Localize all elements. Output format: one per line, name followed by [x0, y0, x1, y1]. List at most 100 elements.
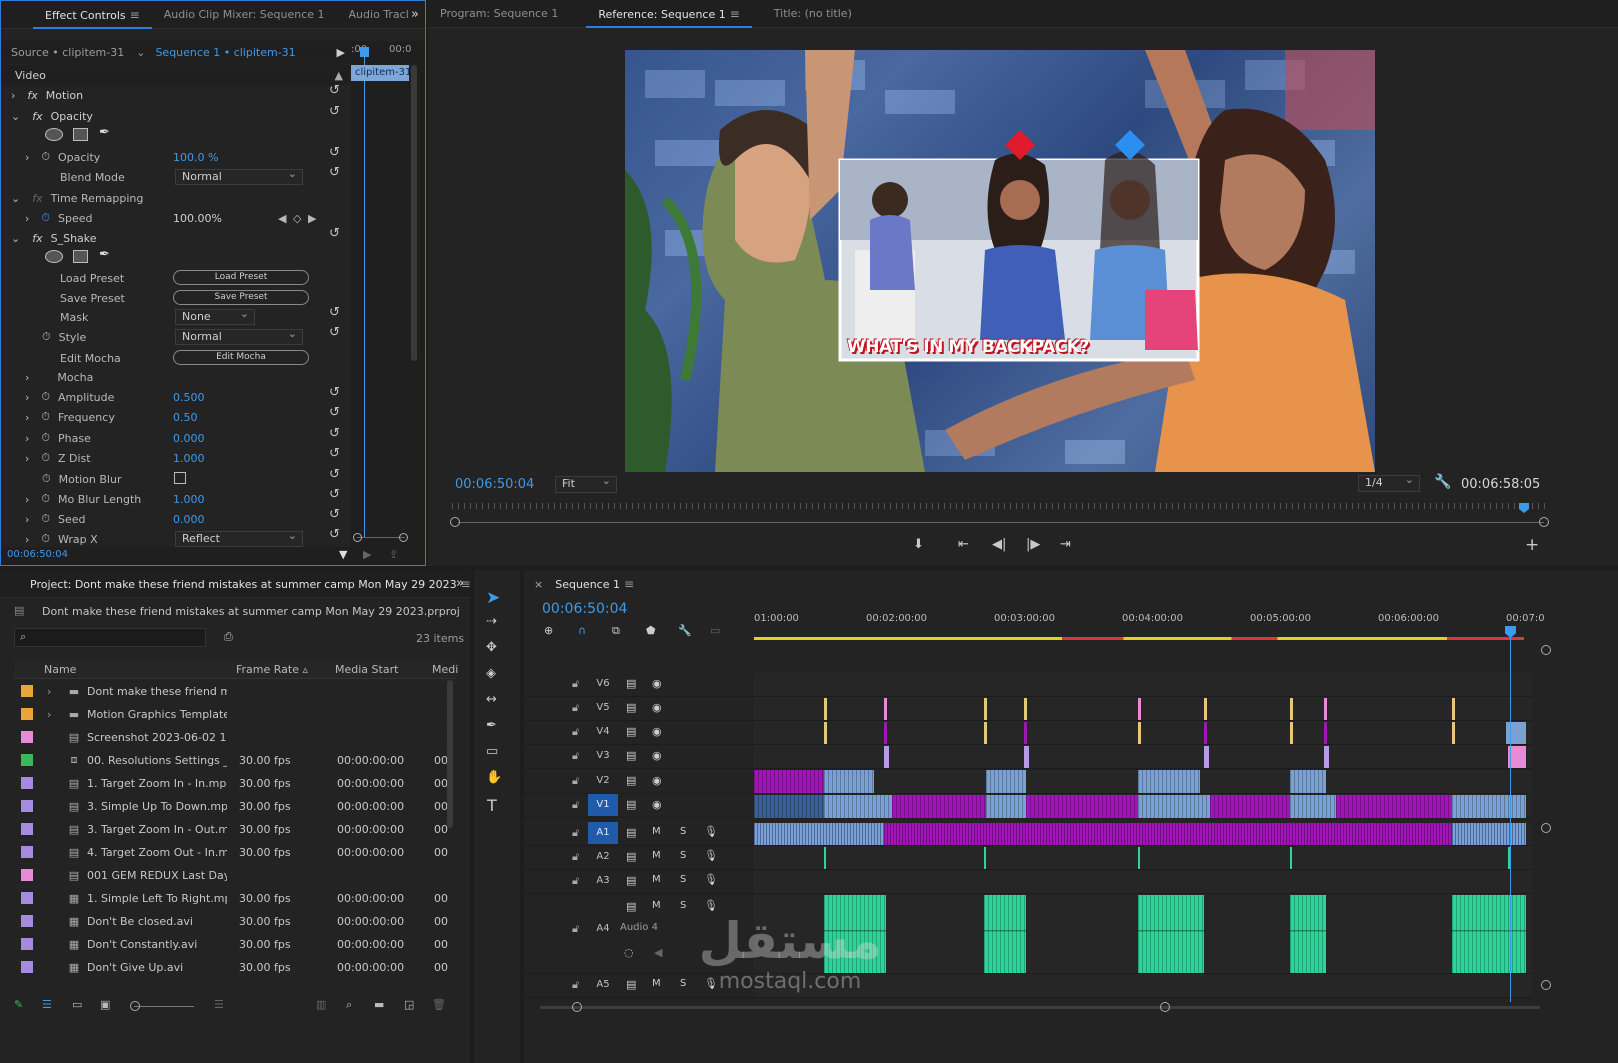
ec-clip-bar[interactable]: clipitem-31 [351, 65, 409, 81]
video-clip[interactable] [754, 795, 824, 818]
expand-chevron-icon[interactable]: › [25, 151, 29, 164]
track-header-v5[interactable]: 🔓︎ V5 ▤ ◉ [524, 697, 754, 721]
automate-to-sequence-icon[interactable]: ▥ [316, 998, 326, 1011]
mask-ellipse-icon[interactable] [45, 250, 63, 263]
list-item[interactable]: ▦ 1. Simple Left To Right.mp4 30.00 fps 00:… [14, 887, 456, 910]
monitor-timecode-left[interactable]: 00:06:50:04 [455, 477, 534, 492]
ec-scrollbar[interactable] [411, 65, 417, 361]
track-lane-v3[interactable] [754, 745, 1532, 769]
lock-icon[interactable]: 🔓︎ [572, 922, 579, 936]
title-clip[interactable] [824, 722, 827, 744]
list-item[interactable]: ▤ 1. Target Zoom In - In.mp4 30.00 fps 00:0… [14, 772, 456, 795]
reset-icon[interactable]: ↺ [329, 83, 340, 98]
graphic-clip[interactable] [884, 746, 889, 768]
sfx-audio-clip[interactable] [984, 895, 1026, 973]
reset-icon[interactable]: ↺ [329, 325, 340, 340]
microphone-icon[interactable]: 🎙︎ [704, 977, 718, 990]
tab-project[interactable]: Project: Dont make these friend mistakes… [18, 570, 470, 598]
label-color-swatch[interactable] [21, 800, 33, 812]
sync-lock-icon[interactable]: ▤ [626, 725, 636, 738]
thumbnail-size-slider[interactable] [134, 1006, 194, 1007]
collapse-up-icon[interactable]: ▲ [335, 69, 343, 82]
track-header-v2[interactable]: 🔓︎ V2 ▤ ◉ [524, 770, 754, 794]
label-color-swatch[interactable] [21, 869, 33, 881]
new-item-icon[interactable]: ◲ [404, 998, 414, 1011]
label-color-swatch[interactable] [21, 708, 33, 720]
solo-button[interactable]: S [680, 826, 686, 837]
track-target[interactable]: V6 [588, 673, 618, 695]
col-name[interactable]: Name [44, 663, 76, 676]
expand-chevron-icon[interactable]: ⌄ [11, 232, 20, 245]
track-header-a5[interactable]: 🔓︎ A5 ▤ M S 🎙︎ [524, 974, 754, 998]
label-color-swatch[interactable] [21, 938, 33, 950]
col-media-end[interactable]: Medi [432, 663, 458, 676]
mask-dropdown[interactable]: None [175, 307, 255, 325]
lock-icon[interactable]: 🔓︎ [572, 798, 579, 812]
lock-icon[interactable]: 🔓︎ [572, 701, 579, 715]
title-clip[interactable] [884, 722, 887, 744]
eye-icon[interactable]: ◉ [652, 749, 662, 762]
chevron-down-icon[interactable]: ⌄ [136, 46, 145, 59]
eye-icon[interactable]: ◉ [652, 701, 662, 714]
go-to-in-icon[interactable]: ⇤ [958, 537, 969, 552]
video-clip[interactable] [986, 770, 1026, 793]
video-clip[interactable] [1210, 795, 1290, 818]
motion-blur-checkbox[interactable] [174, 472, 186, 484]
sync-lock-icon[interactable]: ▤ [626, 774, 636, 787]
find-icon[interactable]: ⌕ [346, 998, 352, 1012]
stopwatch-icon[interactable]: ⏱ [42, 330, 51, 344]
title-clip[interactable] [984, 722, 987, 744]
list-item[interactable]: ▦ Don't Give Up.avi 30.00 fps 00:00:00:00 00 [14, 956, 456, 979]
track-lane-a2[interactable] [754, 846, 1532, 870]
stopwatch-icon[interactable]: ⏱ [41, 512, 50, 526]
graphic-clip[interactable] [1324, 746, 1329, 768]
sync-lock-icon[interactable]: ▤ [626, 826, 636, 839]
expand-chevron-icon[interactable]: › [47, 708, 61, 721]
title-clip[interactable] [1290, 722, 1293, 744]
zoom-handle-left[interactable] [572, 1002, 582, 1012]
track-header-a3[interactable]: 🔓︎ A3 ▤ M S 🎙︎ [524, 870, 754, 894]
video-clip[interactable] [1336, 795, 1452, 818]
title-clip[interactable] [1204, 698, 1207, 720]
mask-pen-icon[interactable]: ✒ [99, 125, 110, 140]
title-clip[interactable] [1024, 722, 1027, 744]
stopwatch-icon[interactable]: ⏱ [41, 211, 50, 225]
tab-reference[interactable]: Reference: Sequence 1 ≡ [586, 0, 752, 28]
load-preset-button[interactable]: Load Preset [173, 270, 309, 285]
expand-chevron-icon[interactable]: › [25, 513, 29, 526]
keyframe-toggle-icon[interactable]: ◌ [624, 946, 634, 959]
stopwatch-icon[interactable]: ⏱ [41, 410, 50, 424]
fit-dropdown[interactable]: Fit [555, 474, 617, 493]
zoom-handle-left[interactable] [450, 517, 460, 527]
play-triangle-icon[interactable]: ▶ [337, 46, 345, 59]
mute-button[interactable]: M [652, 978, 661, 989]
stopwatch-icon[interactable]: ⏱ [42, 472, 51, 486]
lock-icon[interactable]: 🔓︎ [572, 826, 579, 840]
microphone-icon[interactable]: 🎙︎ [704, 849, 718, 862]
export-icon[interactable]: ⇪ [389, 548, 398, 561]
title-clip[interactable] [1290, 698, 1293, 720]
list-item[interactable]: › ▬ Motion Graphics Template [14, 703, 456, 726]
track-target[interactable]: A4 [588, 918, 618, 940]
track-header-a2[interactable]: 🔓︎ A2 ▤ M S 🎙︎ [524, 846, 754, 870]
slider-handle[interactable] [130, 1001, 140, 1011]
expand-chevron-icon[interactable]: › [25, 533, 29, 546]
rectangle-tool-icon[interactable]: ▭ [486, 744, 498, 759]
audio-marker[interactable] [1290, 847, 1292, 869]
label-color-swatch[interactable] [21, 685, 33, 697]
sync-lock-icon[interactable]: ▤ [626, 978, 636, 991]
title-clip[interactable] [1324, 698, 1327, 720]
reset-icon[interactable]: ↺ [329, 467, 340, 482]
mask-ellipse-icon[interactable] [45, 128, 63, 141]
mask-rectangle-icon[interactable] [73, 128, 88, 141]
filter-icon[interactable]: ▼ [339, 548, 347, 561]
title-clip[interactable] [1138, 698, 1141, 720]
list-item[interactable]: ▦ Don't Be closed.avi 30.00 fps 00:00:00:00… [14, 910, 456, 933]
monitor-scrub-bar[interactable] [452, 503, 1546, 517]
sync-lock-icon[interactable]: ▤ [626, 701, 636, 714]
eye-icon[interactable]: ◉ [652, 798, 662, 811]
expand-chevron-icon[interactable]: ⌄ [11, 192, 20, 205]
panel-menu-icon[interactable]: ≡ [130, 8, 140, 22]
razor-tool-icon[interactable]: ◈ [486, 666, 496, 681]
zoom-handle-right[interactable] [399, 533, 408, 542]
